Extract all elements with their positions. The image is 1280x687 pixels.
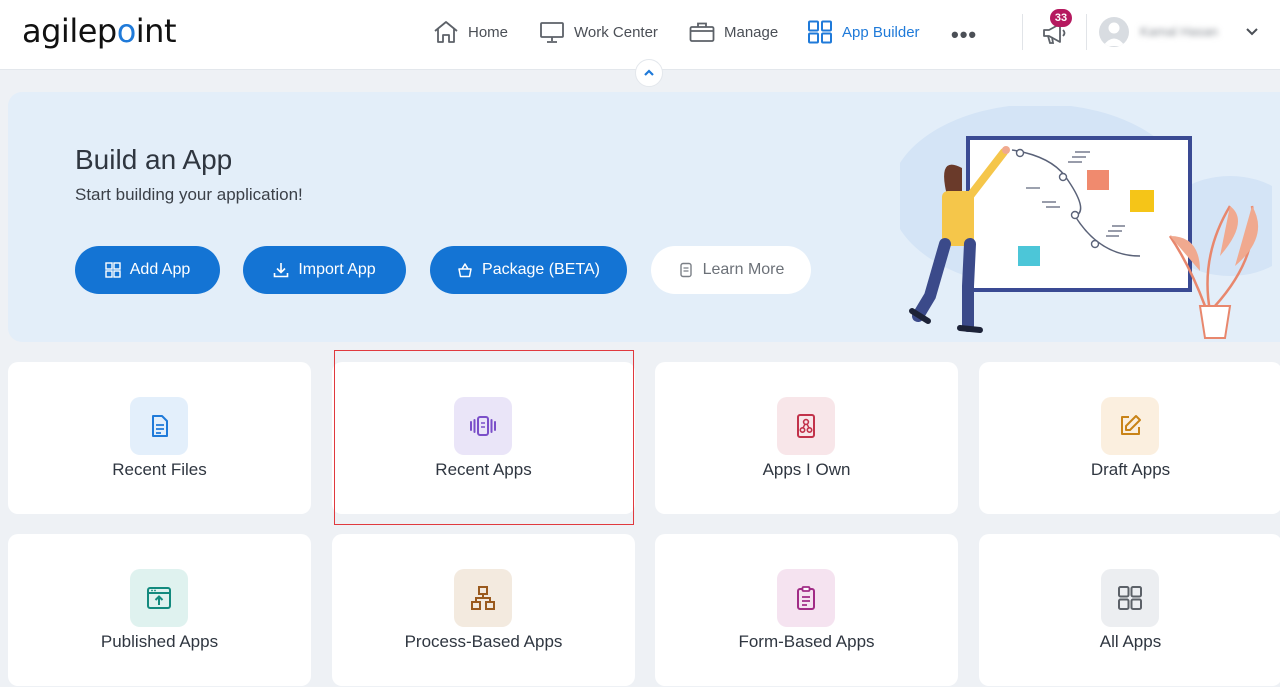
document-icon: [152, 415, 168, 437]
avatar[interactable]: [1099, 17, 1129, 47]
user-name[interactable]: Kamal Hasan: [1140, 24, 1218, 39]
agilepoint-logo[interactable]: agilepoint: [22, 12, 177, 50]
process-icon: [471, 586, 495, 610]
monitor-icon: [540, 22, 564, 43]
notification-count-badge: 33: [1050, 9, 1072, 27]
nav-home-label: Home: [468, 23, 509, 41]
nav-home[interactable]: Home: [433, 0, 508, 64]
user-icon: [1103, 22, 1125, 46]
all-apps-icon-box: [1101, 569, 1159, 627]
whiteboard-illustration: [900, 106, 1272, 339]
page-title: Build an App: [75, 144, 233, 175]
form-icon: [797, 586, 815, 610]
draft-apps-icon-box: [1101, 397, 1159, 455]
tile-label: All Apps: [1099, 632, 1162, 651]
grid-icon: [1118, 586, 1142, 610]
edit-icon: [1121, 415, 1141, 435]
recent-files-tile[interactable]: Recent Files: [8, 362, 311, 514]
form-based-apps-icon-box: [777, 569, 835, 627]
learn-more-label: Learn More: [702, 261, 785, 278]
add-app-button[interactable]: Add App: [75, 246, 220, 294]
tile-label: Process-Based Apps: [404, 632, 563, 651]
apps-i-own-tile[interactable]: Apps I Own: [655, 362, 958, 514]
tile-label: Apps I Own: [762, 460, 851, 479]
learn-more-button[interactable]: Learn More: [651, 246, 811, 294]
process-based-apps-tile[interactable]: Process-Based Apps: [332, 534, 635, 686]
divider: [1022, 14, 1023, 50]
more-menu-icon[interactable]: •••: [951, 22, 977, 48]
nav-work-center[interactable]: Work Center: [539, 0, 658, 64]
document-icon: [679, 262, 692, 278]
nav-app-builder[interactable]: App Builder: [807, 0, 920, 64]
import-app-label: Import App: [298, 261, 376, 278]
import-app-button[interactable]: Import App: [243, 246, 406, 294]
app-builder-grid-icon: [808, 20, 832, 44]
chevron-up-icon: [644, 69, 654, 76]
draft-apps-tile[interactable]: Draft Apps: [979, 362, 1280, 514]
nav-manage[interactable]: Manage: [689, 0, 778, 64]
add-app-label: Add App: [129, 261, 191, 278]
nav-work-center-label: Work Center: [574, 23, 658, 41]
nav-app-builder-label: App Builder: [842, 23, 920, 41]
package-icon: [458, 263, 472, 278]
divider: [1086, 14, 1087, 50]
tile-label: Form-Based Apps: [738, 632, 875, 651]
page-subtitle: Start building your application!: [75, 185, 303, 204]
briefcase-icon: [689, 22, 715, 42]
form-based-apps-tile[interactable]: Form-Based Apps: [655, 534, 958, 686]
package-beta-label: Package (BETA): [482, 261, 600, 278]
collapse-header-button[interactable]: [635, 59, 663, 87]
build-app-banner: Build an App Start building your applica…: [8, 92, 1280, 342]
publish-icon: [147, 587, 171, 609]
download-icon: [274, 263, 289, 278]
recent-apps-highlight-box: [334, 350, 634, 525]
top-bar: agilepoint Home Work Center Manage App B…: [0, 0, 1280, 70]
owned-app-icon: [797, 414, 815, 438]
grid-icon: [105, 262, 121, 278]
tile-label: Draft Apps: [1090, 460, 1171, 479]
package-beta-button[interactable]: Package (BETA): [430, 246, 627, 294]
home-icon: [434, 21, 458, 43]
published-apps-tile[interactable]: Published Apps: [8, 534, 311, 686]
process-based-apps-icon-box: [454, 569, 512, 627]
all-apps-tile[interactable]: All Apps: [979, 534, 1280, 686]
recent-files-icon-box: [130, 397, 188, 455]
tile-label: Recent Files: [112, 460, 207, 479]
published-apps-icon-box: [130, 569, 188, 627]
nav-manage-label: Manage: [724, 23, 779, 41]
chevron-down-icon[interactable]: [1244, 24, 1260, 40]
apps-i-own-icon-box: [777, 397, 835, 455]
tile-label: Published Apps: [100, 632, 219, 651]
